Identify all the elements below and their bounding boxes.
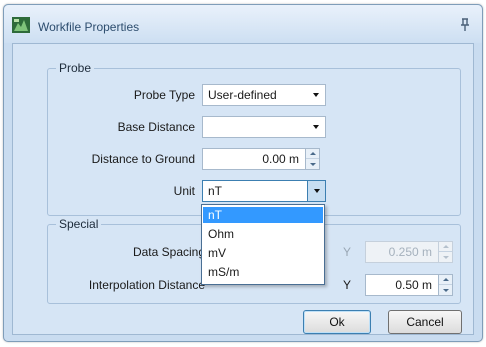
pin-icon[interactable] [459,18,471,32]
dialog-title: Workfile Properties [38,20,140,34]
distance-to-ground-spinner[interactable]: 0.00 m [202,148,320,170]
interpolation-distance-y-value: 0.50 m [395,278,432,292]
base-distance-combo[interactable] [202,116,326,138]
data-spacing-y-spinner[interactable]: 0.250 m [365,241,453,263]
probe-type-label: Probe Type [133,88,195,102]
chevron-down-icon[interactable] [307,117,325,137]
unit-dropdown-list: nT Ohm mV mS/m [201,204,325,285]
workfile-app-icon [12,17,30,33]
spin-up-icon[interactable] [439,242,452,252]
spin-down-icon[interactable] [439,285,452,295]
unit-option-mv[interactable]: mV [203,245,323,261]
spin-up-icon[interactable] [306,149,319,159]
distance-to-ground-label: Distance to Ground [91,152,195,166]
interpolation-distance-y-label: Y [343,278,352,292]
interpolation-distance-y-spinner[interactable]: 0.50 m [365,274,453,296]
unit-option-ohm[interactable]: Ohm [203,226,323,242]
title-bar[interactable]: Workfile Properties [4,5,482,43]
dialog-body: Probe Probe Type User-defined Base Dista… [12,43,474,335]
unit-combo[interactable]: nT [202,180,326,202]
unit-label: Unit [173,184,195,198]
unit-option-nt[interactable]: nT [203,207,323,223]
chevron-down-icon[interactable] [307,181,325,201]
data-spacing-y-label: Y [343,245,352,259]
unit-option-ms-m[interactable]: mS/m [203,264,323,280]
data-spacing-label: Data Spacing [132,245,205,259]
unit-value: nT [208,184,223,198]
probe-type-combo[interactable]: User-defined [202,84,326,106]
distance-to-ground-value: 0.00 m [262,152,299,166]
probe-type-value: User-defined [208,88,277,102]
data-spacing-y-value: 0.250 m [388,245,432,259]
special-group-label: Special [56,217,102,231]
spin-up-icon[interactable] [439,275,452,285]
base-distance-label: Base Distance [117,120,195,134]
ok-button[interactable]: Ok [303,310,371,334]
chevron-down-icon[interactable] [307,85,325,105]
spin-down-icon[interactable] [439,252,452,262]
cancel-button[interactable]: Cancel [388,310,462,334]
probe-group-label: Probe [56,61,95,75]
interpolation-distance-label: Interpolation Distance [88,278,205,292]
spin-down-icon[interactable] [306,159,319,169]
workfile-properties-dialog: Workfile Properties Probe Probe Type Use… [3,4,483,342]
